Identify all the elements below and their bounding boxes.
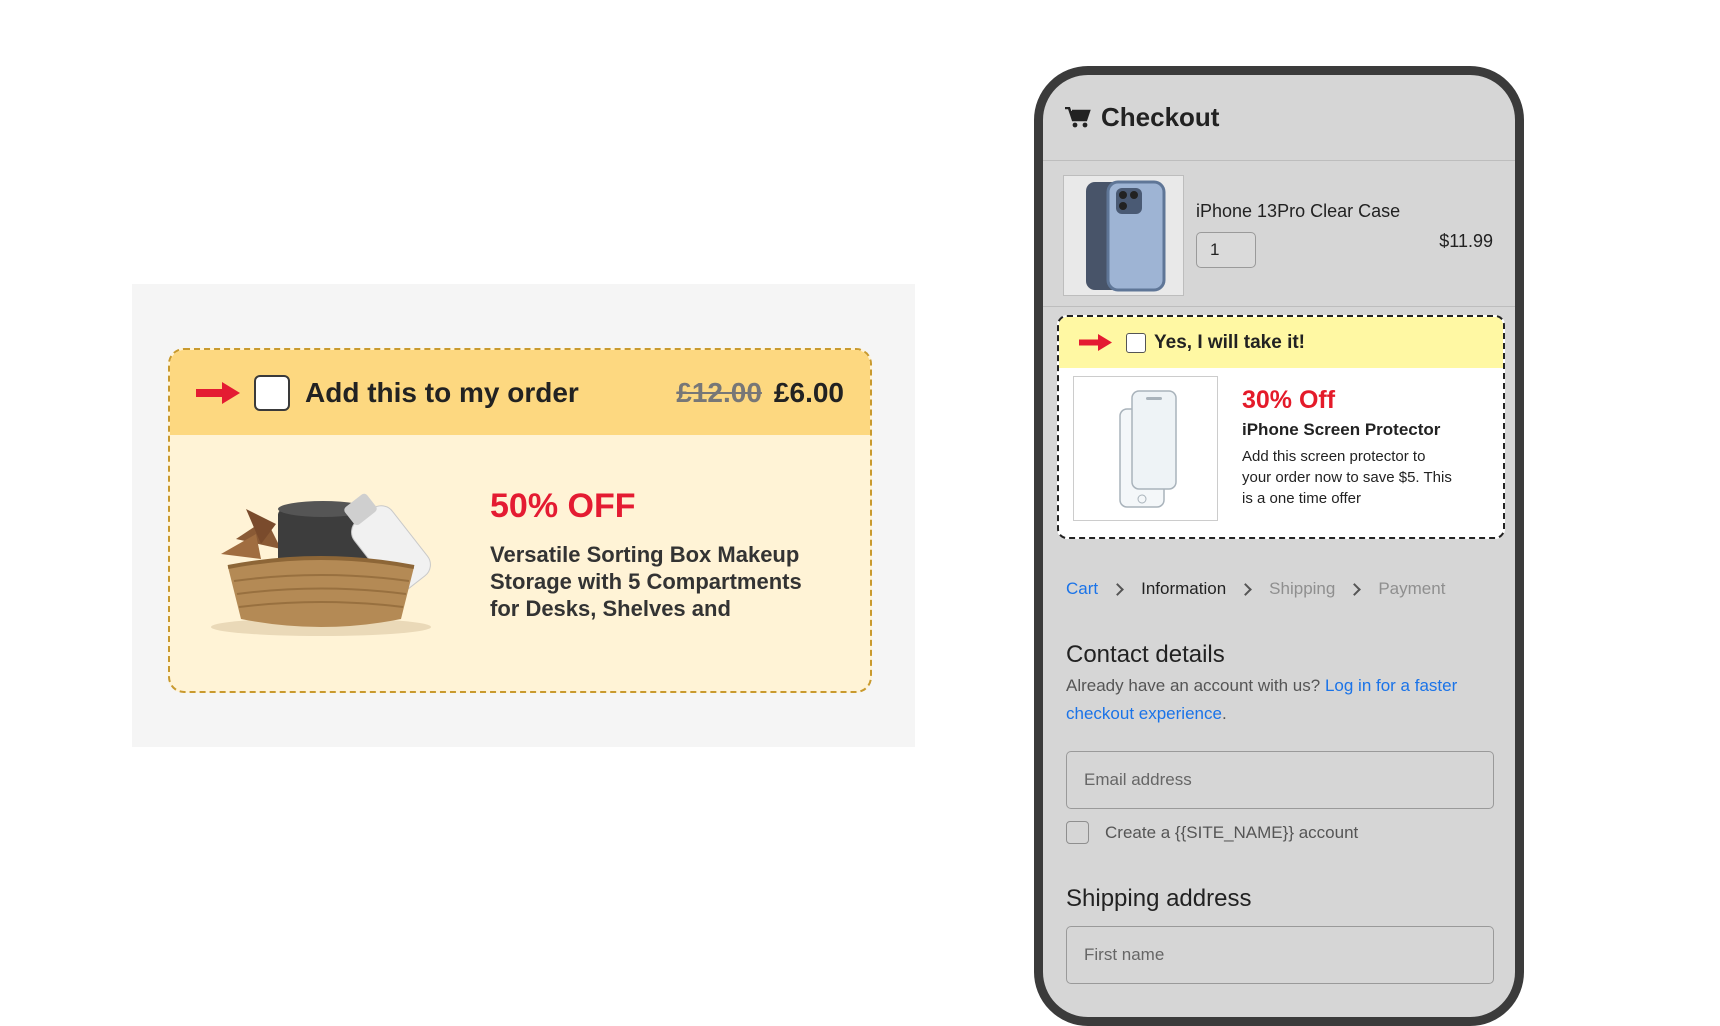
offer-price: £12.00 £6.00: [676, 377, 844, 409]
promo-panel: Add this to my order £12.00 £6.00 50% OF…: [132, 284, 915, 747]
storage-basket-image: [206, 479, 436, 639]
upsell-body: 30% Off iPhone Screen Protector Add this…: [1059, 368, 1503, 537]
create-account-row: Create a {{SITE_NAME}} account: [1066, 821, 1358, 844]
prompt-period: .: [1221, 704, 1227, 723]
checkout-title: Checkout: [1101, 102, 1220, 132]
phone-frame: Checkout iPhone 13Pro Clear Case $11.99 …: [1034, 66, 1524, 1026]
cart-product-row: iPhone 13Pro Clear Case $11.99: [1043, 161, 1515, 307]
breadcrumb-information: Information: [1141, 579, 1227, 598]
breadcrumb-shipping: Shipping: [1269, 579, 1336, 598]
breadcrumb-payment: Payment: [1378, 579, 1446, 598]
upsell-label: Yes, I will take it!: [1154, 331, 1306, 353]
add-to-order-checkbox[interactable]: [254, 374, 290, 411]
quantity-input[interactable]: [1196, 232, 1256, 268]
chevron-right-icon: [1111, 582, 1124, 596]
new-price: £6.00: [773, 376, 844, 408]
offer-card: Add this to my order £12.00 £6.00 50% OF…: [168, 348, 872, 693]
checkout-header: Checkout: [1043, 75, 1515, 161]
contact-login-prompt: Already have an account with us? Log in …: [1066, 672, 1506, 728]
offer-title: Add this to my order: [305, 376, 579, 408]
upsell-description: Add this screen protector to your order …: [1242, 448, 1452, 507]
email-field[interactable]: [1066, 751, 1494, 809]
first-name-field[interactable]: [1066, 926, 1494, 984]
old-price: £12.00: [676, 376, 762, 408]
upsell-checkbox[interactable]: [1126, 332, 1146, 353]
chevron-right-icon: [1239, 582, 1253, 596]
arrow-right-icon: [196, 381, 240, 404]
phone-case-image: [1063, 175, 1184, 296]
shopping-cart-icon: [1065, 106, 1091, 129]
offer-description: Versatile Sorting Box Makeup Storage wit…: [490, 542, 802, 621]
offer-discount: 50% OFF: [490, 487, 636, 525]
offer-header: Add this to my order £12.00 £6.00: [170, 350, 870, 435]
chevron-right-icon: [1348, 582, 1362, 596]
screen-protector-image: [1073, 376, 1218, 521]
offer-body: 50% OFF Versatile Sorting Box Makeup Sto…: [170, 435, 870, 691]
create-account-checkbox[interactable]: [1066, 821, 1089, 844]
upsell-header: Yes, I will take it!: [1059, 317, 1503, 368]
product-name: iPhone 13Pro Clear Case: [1196, 201, 1401, 221]
upsell-box: Yes, I will take it! 30% Off iPhone Scre…: [1057, 315, 1505, 539]
shipping-address-title: Shipping address: [1066, 885, 1252, 912]
contact-details-title: Contact details: [1066, 641, 1225, 668]
breadcrumb: Cart Information Shipping Payment: [1066, 579, 1445, 599]
upsell-discount: 30% Off: [1242, 386, 1336, 414]
create-account-label: Create a {{SITE_NAME}} account: [1105, 822, 1359, 842]
upsell-product-name: iPhone Screen Protector: [1242, 420, 1441, 439]
arrow-right-icon: [1079, 334, 1112, 351]
product-price: $11.99: [1439, 231, 1493, 251]
account-prompt-text: Already have an account with us?: [1066, 676, 1321, 695]
breadcrumb-cart[interactable]: Cart: [1066, 579, 1098, 599]
